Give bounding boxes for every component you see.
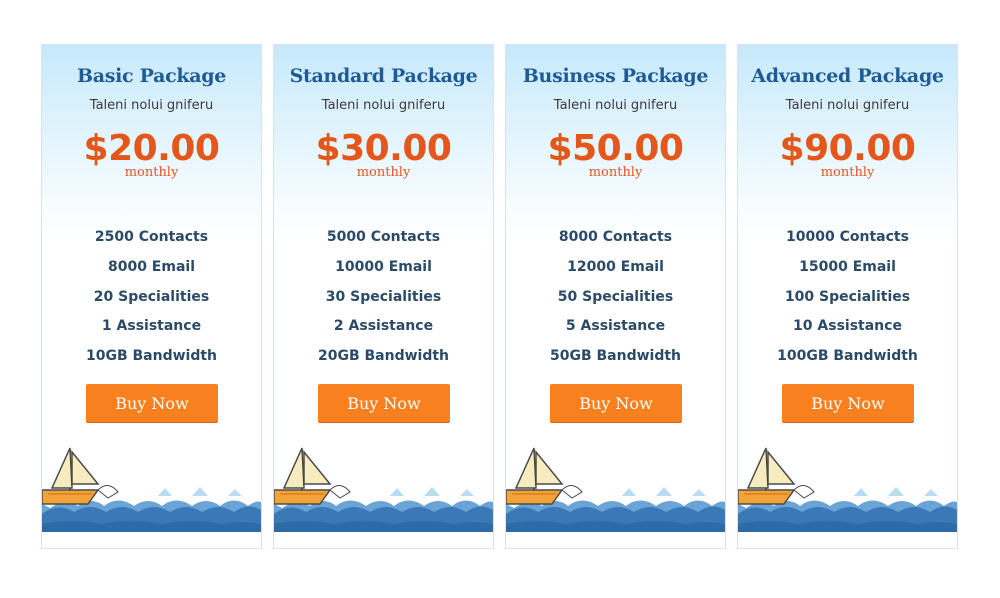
plan-subtitle: Taleni nolui gniferu <box>553 98 678 113</box>
feature-item: 20 Specialities <box>93 288 210 305</box>
feature-item: 20GB Bandwidth <box>317 348 450 365</box>
sailboat-wave-illustration <box>506 447 725 532</box>
feature-item: 100GB Bandwidth <box>777 348 918 365</box>
pricing-card-standard: Standard Package Taleni nolui gniferu $3… <box>273 44 494 549</box>
feature-item: 10000 Contacts <box>786 229 909 245</box>
feature-item: 5000 Contacts <box>326 229 441 245</box>
plan-subtitle: Taleni nolui gniferu <box>89 98 214 113</box>
buy-now-button[interactable]: Buy Now <box>86 384 218 422</box>
sailboat-wave-illustration <box>42 447 261 532</box>
pricing-table: Basic Package Taleni nolui gniferu $20.0… <box>0 0 1000 598</box>
plan-subtitle: Taleni nolui gniferu <box>321 98 446 113</box>
pricing-card-business: Business Package Taleni nolui gniferu $5… <box>505 44 726 549</box>
plan-title: Basic Package <box>76 65 227 87</box>
plan-period: monthly <box>820 165 875 180</box>
sailboat-wave-illustration <box>274 447 493 532</box>
feature-item: 10GB Bandwidth <box>85 348 218 365</box>
feature-item: 10 Assistance <box>793 318 902 335</box>
feature-list: 8000 Contacts 12000 Email 50 Specialitie… <box>506 223 725 372</box>
feature-item: 5 Assistance <box>565 318 666 335</box>
buy-now-button[interactable]: Buy Now <box>318 384 450 422</box>
buy-now-button[interactable]: Buy Now <box>782 384 914 422</box>
plan-title: Standard Package <box>289 65 478 87</box>
feature-item: 12000 Email <box>567 258 664 275</box>
feature-item: 8000 Email <box>107 258 196 275</box>
pricing-card-advanced: Advanced Package Taleni nolui gniferu $9… <box>737 44 958 549</box>
pricing-card-basic: Basic Package Taleni nolui gniferu $20.0… <box>41 44 262 549</box>
feature-item: 1 Assistance <box>101 318 202 335</box>
feature-item: 15000 Email <box>799 258 896 275</box>
feature-item: 100 Specialities <box>784 288 911 305</box>
feature-list: 5000 Contacts 10000 Email 30 Specialitie… <box>274 223 493 372</box>
plan-period: monthly <box>588 165 643 180</box>
feature-item: 50 Specialities <box>557 288 674 305</box>
buy-now-button[interactable]: Buy Now <box>550 384 682 422</box>
feature-list: 2500 Contacts 8000 Email 20 Specialities… <box>42 223 261 372</box>
feature-item: 2 Assistance <box>333 318 434 335</box>
plan-title: Advanced Package <box>751 65 944 87</box>
plan-title: Business Package <box>522 65 709 87</box>
feature-item: 2500 Contacts <box>94 229 209 245</box>
feature-item: 30 Specialities <box>325 288 442 305</box>
sailboat-wave-illustration <box>738 447 957 532</box>
feature-item: 10000 Email <box>335 258 432 275</box>
feature-item: 50GB Bandwidth <box>549 348 682 365</box>
plan-subtitle: Taleni nolui gniferu <box>785 98 910 113</box>
plan-period: monthly <box>356 165 411 180</box>
plan-period: monthly <box>124 165 179 180</box>
feature-list: 10000 Contacts 15000 Email 100 Specialit… <box>738 223 957 372</box>
feature-item: 8000 Contacts <box>558 229 673 245</box>
